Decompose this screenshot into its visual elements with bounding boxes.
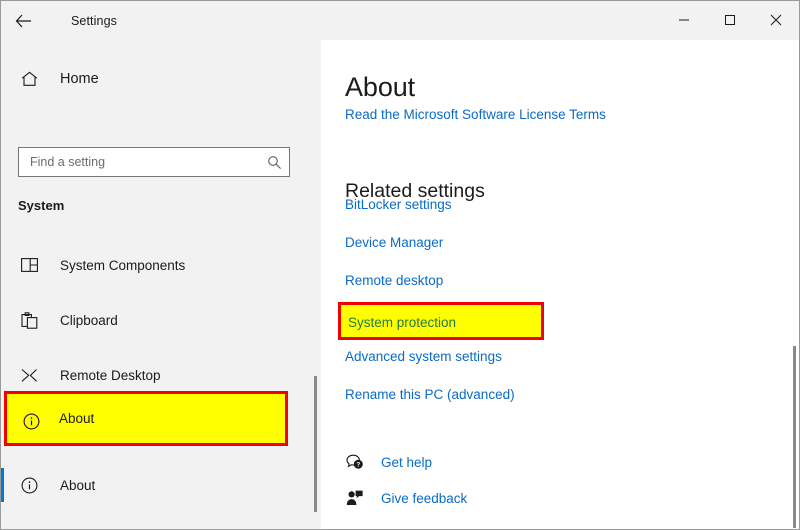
link-bitlocker-settings[interactable]: BitLocker settings	[345, 197, 452, 213]
sidebar-item-label: Clipboard	[60, 312, 118, 328]
remote-desktop-icon	[18, 368, 40, 383]
sidebar-item-home[interactable]: Home	[1, 61, 301, 97]
content-scrollbar[interactable]	[793, 346, 796, 528]
link-advanced-system-settings[interactable]: Advanced system settings	[345, 349, 502, 365]
page-title: About	[345, 72, 416, 103]
link-device-manager[interactable]: Device Manager	[345, 235, 443, 251]
settings-window: Settings Home Find a setting System Syst…	[0, 0, 800, 530]
search-box[interactable]	[18, 147, 290, 177]
window-controls	[661, 1, 799, 39]
sidebar-item-label: System Components	[60, 257, 186, 273]
get-help-link[interactable]: ? Get help	[345, 450, 432, 474]
give-feedback-label: Give feedback	[381, 490, 468, 506]
sidebar-nav-list: System Components Clipboard Remote Deskt…	[1, 245, 301, 520]
minimize-button[interactable]	[661, 1, 707, 39]
sidebar-item-home-label: Home	[60, 71, 99, 87]
footer-links: ? Get help Give feedback	[345, 450, 467, 522]
annotation-about-label: About	[59, 411, 95, 426]
sidebar-group-title: System	[18, 198, 65, 213]
close-button[interactable]	[753, 1, 799, 39]
link-remote-desktop[interactable]: Remote desktop	[345, 273, 443, 289]
link-rename-this-pc[interactable]: Rename this PC (advanced)	[345, 387, 515, 403]
help-bubble-icon: ?	[345, 454, 365, 470]
title-bar: Settings	[1, 1, 799, 40]
home-icon	[18, 71, 40, 87]
maximize-button[interactable]	[707, 1, 753, 39]
content-pane: About Read the Microsoft Software Licens…	[321, 40, 799, 529]
svg-text:?: ?	[356, 462, 360, 469]
search-icon[interactable]	[259, 155, 289, 170]
sidebar-item-clipboard[interactable]: Clipboard	[1, 300, 301, 340]
sidebar-item-label: About	[60, 477, 96, 493]
sidebar: Home System System Components	[1, 40, 321, 529]
info-icon	[18, 477, 40, 494]
feedback-person-icon	[345, 490, 365, 506]
annotation-system-protection-label: System protection	[348, 315, 457, 330]
sidebar-item-label: Remote Desktop	[60, 367, 161, 383]
back-button[interactable]	[1, 2, 45, 40]
search-input[interactable]	[19, 155, 259, 169]
get-help-label: Get help	[381, 454, 433, 470]
annotation-highlight-about: About	[4, 391, 288, 446]
sidebar-item-about[interactable]: About	[1, 465, 301, 505]
sidebar-item-remote-desktop[interactable]: Remote Desktop	[1, 355, 301, 395]
annotation-highlight-system-protection: System protection	[338, 302, 544, 340]
window-title: Settings	[71, 13, 117, 28]
panels-icon	[18, 258, 40, 272]
annotation-info-icon	[23, 413, 40, 430]
sidebar-scrollbar[interactable]	[314, 376, 317, 512]
sidebar-item-system-components[interactable]: System Components	[1, 245, 301, 285]
give-feedback-link[interactable]: Give feedback	[345, 486, 467, 510]
clipboard-icon	[18, 311, 40, 329]
license-terms-link[interactable]: Read the Microsoft Software License Term…	[345, 107, 606, 122]
